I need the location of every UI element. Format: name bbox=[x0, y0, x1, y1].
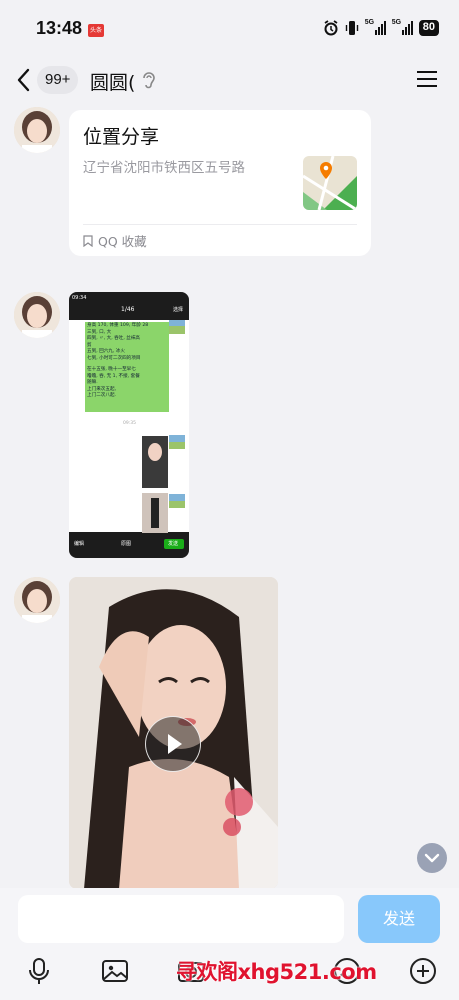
watermark: 寻欢阁xhg521.com bbox=[176, 960, 377, 984]
ear-icon[interactable] bbox=[140, 70, 158, 90]
scroll-to-bottom-button[interactable] bbox=[417, 843, 447, 873]
location-source-label: QQ 收藏 bbox=[98, 234, 147, 249]
unread-count-badge[interactable]: 99+ bbox=[37, 66, 79, 94]
plus-icon[interactable] bbox=[408, 956, 438, 986]
status-time: 13:48 bbox=[36, 18, 83, 38]
avatar[interactable] bbox=[14, 107, 60, 153]
microphone-icon[interactable] bbox=[24, 956, 54, 986]
status-bar: 13:48 头条 5G 5G 80 bbox=[0, 0, 459, 58]
location-address: 辽宁省沈阳市铁西区五号路 bbox=[83, 160, 245, 176]
video-message[interactable] bbox=[69, 577, 278, 889]
divider bbox=[83, 224, 357, 225]
location-card[interactable]: 位置分享 辽宁省沈阳市铁西区五号路 QQ 收藏 bbox=[69, 110, 371, 256]
signal-icon-2: 5G bbox=[391, 19, 413, 35]
bookmark-icon bbox=[83, 234, 93, 247]
screenshot-original: 原图 bbox=[121, 541, 132, 547]
screenshot-page: 1/46 bbox=[121, 306, 135, 313]
map-thumbnail-icon bbox=[303, 156, 357, 210]
chevron-down-icon bbox=[424, 853, 440, 863]
screenshot-chat-bubble: 身高 170, 体重 109, 年龄 28 三到, 口, 大 四到, 〃, 大,… bbox=[87, 323, 167, 400]
news-app-icon: 头条 bbox=[88, 24, 104, 37]
chat-header: 99+ 圆圆( bbox=[0, 58, 459, 104]
chat-line: 上门二次八起. bbox=[87, 393, 117, 398]
screenshot-divider-time: 09:35 bbox=[123, 421, 136, 426]
send-button[interactable]: 发送 bbox=[358, 895, 440, 943]
avatar[interactable] bbox=[14, 577, 60, 623]
signal-icon-1: 5G bbox=[364, 19, 386, 35]
screenshot-edit: 编辑 bbox=[74, 541, 85, 547]
message-input[interactable] bbox=[18, 895, 344, 943]
network-type-2: 5G bbox=[391, 19, 402, 26]
network-type-1: 5G bbox=[364, 19, 375, 26]
back-arrow-icon[interactable] bbox=[14, 66, 34, 94]
screenshot-send: 发送 bbox=[168, 541, 179, 547]
alarm-icon bbox=[324, 20, 338, 36]
chat-title[interactable]: 圆圆( bbox=[90, 68, 135, 95]
menu-icon[interactable] bbox=[417, 70, 437, 88]
screenshot-select: 选择 bbox=[173, 307, 184, 313]
location-title: 位置分享 bbox=[83, 126, 160, 148]
status-icons: 5G 5G 80 bbox=[323, 19, 439, 36]
location-source: QQ 收藏 bbox=[83, 231, 147, 250]
screenshot-time: 09:34 bbox=[72, 295, 87, 301]
input-area: 发送 寻欢阁xhg521.com bbox=[0, 888, 459, 1000]
battery-indicator: 80 bbox=[418, 20, 439, 36]
vibrate-icon bbox=[345, 21, 358, 35]
play-icon[interactable] bbox=[145, 716, 201, 772]
screenshot-image-message[interactable]: 09:34 1/46 选择 身高 170, 体重 109, 年龄 28 三到, … bbox=[69, 292, 189, 558]
image-icon[interactable] bbox=[100, 956, 130, 986]
avatar[interactable] bbox=[14, 292, 60, 338]
